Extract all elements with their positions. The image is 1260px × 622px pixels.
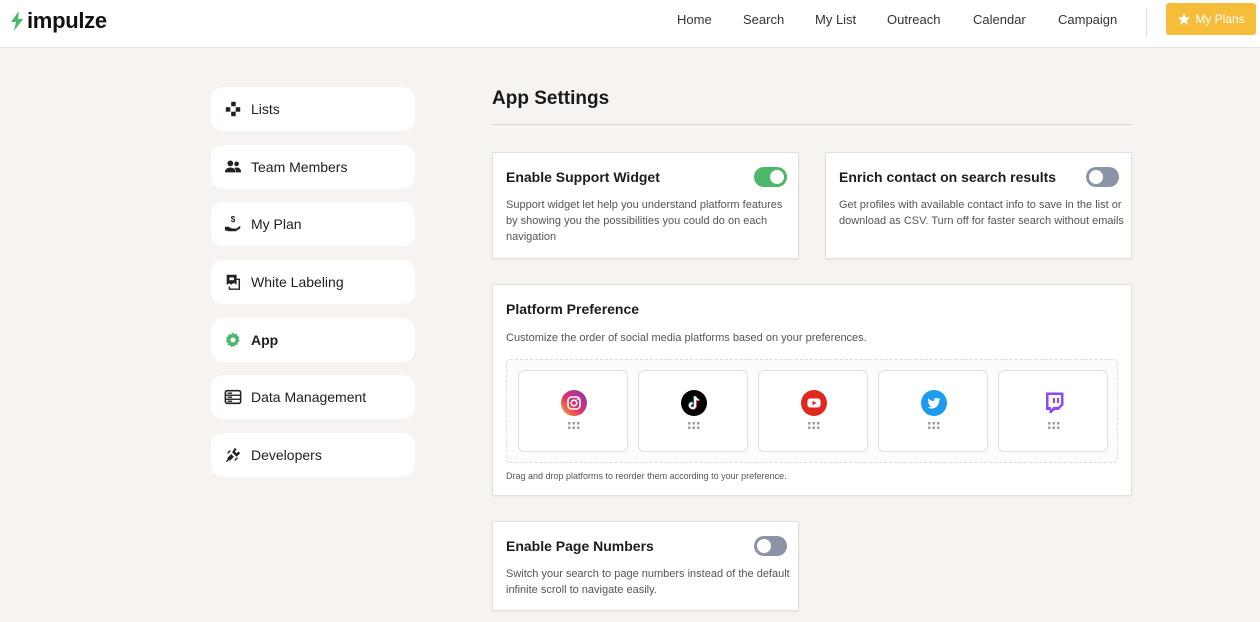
nav-campaign[interactable]: Campaign [1058,12,1117,28]
tiktok-icon [681,390,707,416]
sidebar-item-white-labeling[interactable]: White Labeling [211,260,415,304]
platform-tile-instagram[interactable] [518,370,628,452]
star-icon [1178,13,1191,25]
nav-my-list[interactable]: My List [815,12,856,28]
nav-calendar[interactable]: Calendar [973,12,1026,28]
toggle-knob [770,170,784,184]
page-title: App Settings [492,88,610,109]
support-widget-desc: Support widget let help you understand p… [506,199,783,243]
drag-handle-icon [688,422,700,429]
support-widget-card: Enable Support Widget Support widget let… [492,152,799,259]
sidebar-item-label: Lists [251,101,280,117]
sidebar-item-team-members[interactable]: Team Members [211,145,415,189]
enrich-contact-toggle[interactable] [1086,167,1119,187]
instagram-icon [561,390,587,416]
sidebar-item-label: App [251,332,279,348]
sidebar-item-label: Data Management [251,389,367,405]
toggle-knob [1089,170,1103,184]
platform-preference-title: Platform Preference [506,301,640,317]
money-hand-icon: $ [223,214,243,234]
white-label-icon [223,272,243,292]
sidebar-item-developers[interactable]: Developers [211,433,415,477]
sidebar-item-label: Team Members [251,159,348,175]
my-plans-label: My Plans [1195,12,1245,26]
gear-icon [223,330,243,350]
platform-tile-twitter[interactable] [878,370,988,452]
twitter-icon [921,390,947,416]
sidebar-item-lists[interactable]: Lists [211,87,415,131]
enrich-contact-title: Enrich contact on search results [839,169,1057,185]
drag-handle-icon [568,422,580,429]
sidebar-item-label: Developers [251,447,322,463]
platform-drop-zone [506,359,1118,463]
drag-handle-icon [928,422,940,429]
title-divider [492,124,1132,125]
sidebar-item-app[interactable]: App [211,318,415,362]
nav-search[interactable]: Search [743,12,784,28]
page-numbers-title: Enable Page Numbers [506,538,654,554]
page-numbers-card: Enable Page Numbers Switch your search t… [492,521,799,611]
svg-text:$: $ [231,215,236,224]
drag-handle-icon [1048,422,1060,429]
lists-icon [223,99,243,119]
sidebar-item-my-plan[interactable]: $ My Plan [211,202,415,246]
drag-handle-icon [808,422,820,429]
lightning-icon [11,11,23,31]
nav-home[interactable]: Home [677,12,712,28]
platform-preference-desc: Customize the order of social media plat… [506,332,867,344]
platform-tile-tiktok[interactable] [638,370,748,452]
enrich-contact-card: Enrich contact on search results Get pro… [825,152,1132,259]
brand-logo[interactable]: impulze [10,8,107,34]
sidebar-item-label: White Labeling [251,274,344,290]
support-widget-toggle[interactable] [754,167,787,187]
nav-outreach[interactable]: Outreach [887,12,940,28]
plug-icon [223,445,243,465]
page-numbers-toggle[interactable] [754,536,787,556]
twitch-icon [1046,392,1064,413]
server-icon [223,387,243,407]
sidebar-item-label: My Plan [251,216,302,232]
platform-tile-twitch[interactable] [998,370,1108,452]
top-navbar: impulze Home Search My List Outreach Cal… [0,0,1260,48]
support-widget-title: Enable Support Widget [506,169,660,185]
youtube-icon [801,390,827,416]
nav-divider [1146,8,1147,36]
drag-drop-hint: Drag and drop platforms to reorder them … [506,471,787,481]
toggle-knob [757,539,771,553]
platform-preference-card: Platform Preference Customize the order … [492,284,1132,496]
sidebar-item-data-management[interactable]: Data Management [211,375,415,419]
platform-tile-youtube[interactable] [758,370,868,452]
team-members-icon [223,157,243,177]
page-numbers-desc: Switch your search to page numbers inste… [506,568,790,596]
enrich-contact-desc: Get profiles with available contact info… [839,199,1124,227]
my-plans-button[interactable]: My Plans [1166,3,1256,35]
brand-name: impulze [27,8,107,33]
